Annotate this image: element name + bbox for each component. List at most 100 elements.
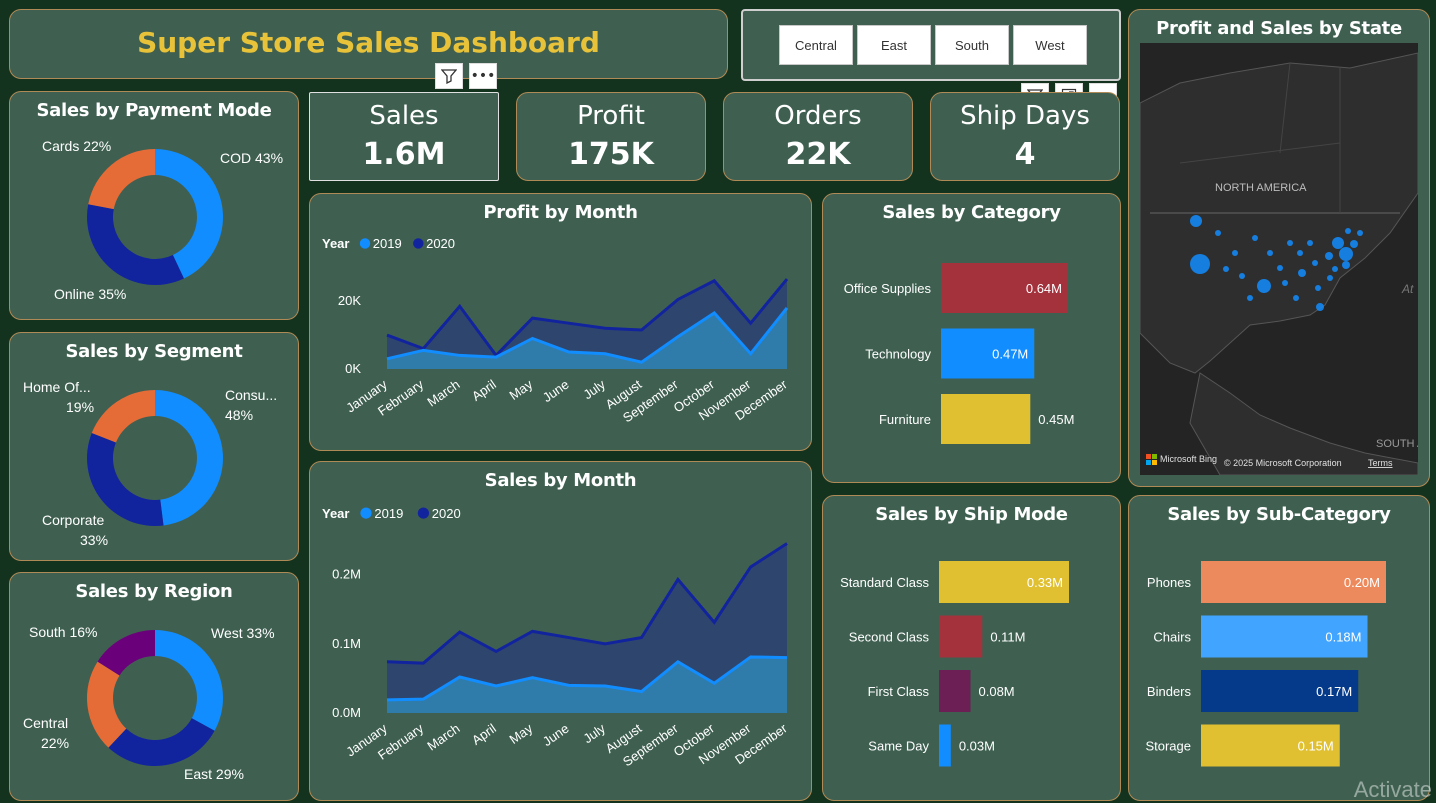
slicer-button-south[interactable]: South <box>935 25 1009 65</box>
category-label: Office Supplies <box>844 281 932 296</box>
y-tick-label: 20K <box>338 293 361 308</box>
legend-marker <box>417 507 429 519</box>
donut-label: COD 43% <box>220 150 283 166</box>
data-label: 0.18M <box>1325 630 1361 645</box>
legend-marker <box>413 238 424 249</box>
kpi-label: Sales <box>369 101 439 131</box>
legend-title: Year <box>322 236 349 251</box>
legend-entry: 2020 <box>426 236 455 251</box>
kpi-label: Orders <box>774 101 862 131</box>
region-donut: West 33% East 29% Central 22% South 16% <box>23 624 275 782</box>
kpi-value: 1.6M <box>362 137 446 172</box>
map-terms-link[interactable]: Terms <box>1368 458 1393 468</box>
donut-slice-consu[interactable] <box>155 390 224 526</box>
page-title: Super Store Sales Dashboard <box>137 26 600 59</box>
category-card[interactable]: Sales by Category Office Supplies 0.64M Te… <box>822 193 1121 483</box>
x-tick-label: March <box>424 377 462 410</box>
data-label: 0.15M <box>1298 739 1334 754</box>
map-region-label: NORTH AMERICA <box>1215 182 1307 194</box>
donut-label: Cards 22% <box>42 138 111 154</box>
donut-slice-cards[interactable] <box>88 149 155 210</box>
bar[interactable] <box>941 394 1031 444</box>
category-bar-chart: Office Supplies 0.64M Technology 0.47M Furni… <box>844 263 1074 444</box>
donut-label: Central <box>23 715 68 731</box>
y-tick-label: 0.0M <box>332 705 361 720</box>
x-tick-label: May <box>507 376 536 403</box>
x-tick-label: April <box>469 721 499 748</box>
donut-label-pct: 33% <box>80 532 108 548</box>
category-label: Second Class <box>849 630 930 645</box>
data-label: 0.11M <box>990 630 1025 645</box>
data-label: 0.47M <box>992 347 1028 362</box>
x-tick-label: April <box>469 377 499 404</box>
payment-mode-card[interactable]: Sales by Payment Mode COD 43% Online 35% C… <box>9 91 299 320</box>
segment-card[interactable]: Sales by Segment Consu... 48% Corporate 33%… <box>9 332 299 561</box>
legend-title: Year <box>322 506 349 521</box>
donut-slice-online[interactable] <box>86 204 184 285</box>
category-label: Binders <box>1147 684 1192 699</box>
donut-label: Online 35% <box>54 286 126 302</box>
donut-label-pct: 19% <box>66 399 94 415</box>
kpi-value: 22K <box>785 137 851 172</box>
sales-by-month-card[interactable]: Sales by Month Year 2019 2020 0.0M 0.1M 0.2M J… <box>309 461 812 801</box>
category-label: Chairs <box>1153 630 1191 645</box>
kpi-card-orders[interactable]: Orders 22K <box>723 92 913 181</box>
kpi-value: 4 <box>1014 137 1036 172</box>
category-label: Same Day <box>868 739 929 754</box>
legend-entry: 2019 <box>373 236 402 251</box>
profit-by-month-chart: Year 2019 20200K20KJanuaryFebruaryMarch Apr… <box>322 236 790 425</box>
x-tick-label: May <box>507 720 536 747</box>
legend-entry: 2019 <box>374 506 403 521</box>
donut-label: South 16% <box>29 624 98 640</box>
data-label: 0.17M <box>1316 684 1352 699</box>
x-tick-label: June <box>540 377 572 405</box>
donut-slice-central[interactable] <box>87 661 127 748</box>
sub-category-card[interactable]: Sales by Sub-Category Phones 0.20M Chairs 0… <box>1128 495 1430 801</box>
slicer-button-east[interactable]: East <box>857 25 931 65</box>
category-label: Furniture <box>879 412 931 427</box>
state-map[interactable]: NORTH AMERICA SOUTH A At Microsoft Bing … <box>1140 43 1418 475</box>
donut-label: Consu... <box>225 387 277 403</box>
donut-slice-east[interactable] <box>108 718 215 766</box>
data-label: 0.20M <box>1344 575 1380 590</box>
region-card[interactable]: Sales by Region West 33% East 29% Central 2… <box>9 572 299 801</box>
bar[interactable] <box>939 670 971 712</box>
filter-icon[interactable] <box>435 63 463 89</box>
y-tick-label: 0.1M <box>332 636 361 651</box>
y-tick-label: 0.2M <box>332 567 361 582</box>
map-region-label-2: SOUTH A <box>1376 438 1418 450</box>
donut-label: Home Of... <box>23 379 91 395</box>
slicer-button-central[interactable]: Central <box>779 25 853 65</box>
kpi-label: Profit <box>577 101 645 131</box>
more-options-icon[interactable]: ••• <box>469 63 497 89</box>
category-label: Standard Class <box>840 575 929 590</box>
region-slicer: Central East South West <box>741 9 1121 81</box>
sub-category-bar-chart: Phones 0.20M Chairs 0.18M Binders 0.17M Storag… <box>1145 561 1386 767</box>
x-tick-label: March <box>424 721 462 754</box>
payment-mode-donut: COD 43% Online 35% Cards 22% <box>42 138 283 302</box>
ship-mode-card[interactable]: Sales by Ship Mode Standard Class 0.33M Se… <box>822 495 1121 801</box>
kpi-card-ship-days[interactable]: Ship Days 4 <box>930 92 1120 181</box>
donut-slice-west[interactable] <box>155 630 223 731</box>
legend-entry: 2020 <box>432 506 461 521</box>
map-credit: Microsoft Bing <box>1160 454 1217 464</box>
donut-label: Corporate <box>42 512 104 528</box>
category-label: Technology <box>865 347 931 362</box>
legend-marker <box>359 238 371 249</box>
donut-label: West 33% <box>211 625 275 641</box>
category-label: Storage <box>1145 739 1191 754</box>
kpi-card-sales[interactable]: Sales 1.6M <box>309 92 499 181</box>
donut-label-pct: 48% <box>225 407 253 423</box>
data-label: 0.03M <box>959 739 995 754</box>
kpi-card-profit[interactable]: Profit 175K <box>516 92 706 181</box>
bar[interactable] <box>939 615 983 658</box>
bar[interactable] <box>939 724 951 767</box>
ship-mode-bar-chart: Standard Class 0.33M Second Class 0.11M Firs… <box>840 561 1069 767</box>
map-card[interactable]: Profit and Sales by State NORTH AMERICA … <box>1128 9 1430 487</box>
data-label: 0.08M <box>979 684 1015 699</box>
segment-donut: Consu... 48% Corporate 33% Home Of... 19% <box>23 379 277 548</box>
donut-slice-homeof[interactable] <box>91 390 155 443</box>
map-copyright: © 2025 Microsoft Corporation <box>1224 458 1342 468</box>
profit-by-month-card[interactable]: Profit by Month Year 2019 2020 0K 20K January… <box>309 193 812 451</box>
slicer-button-west[interactable]: West <box>1013 25 1087 65</box>
